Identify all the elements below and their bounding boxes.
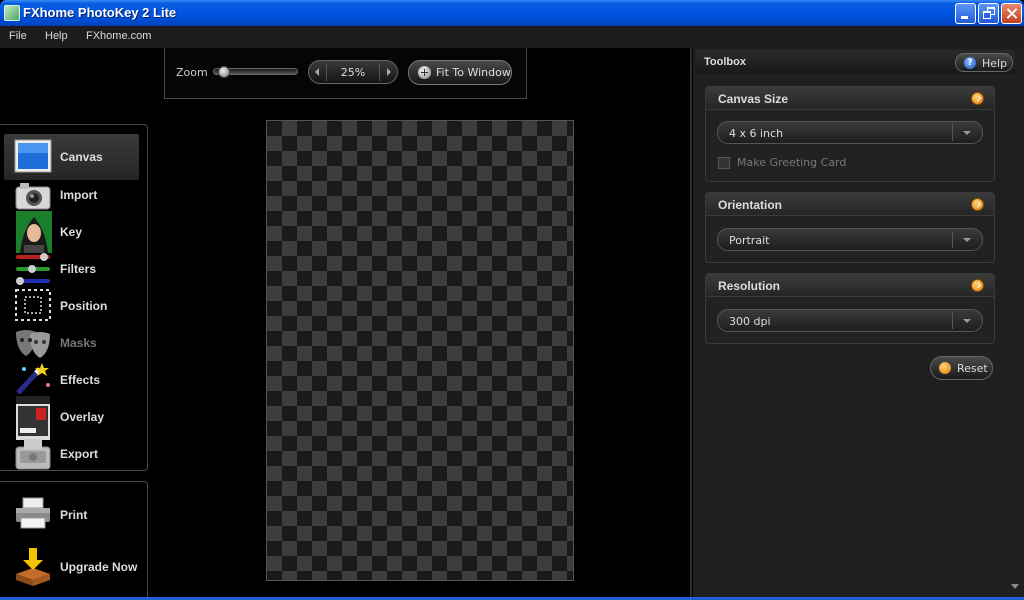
zoom-decrease-button[interactable]	[315, 68, 319, 76]
resolution-section: Resolution 300 dpi	[705, 273, 995, 344]
dropdown-divider	[952, 312, 953, 329]
toolbox-title: Toolbox	[704, 56, 746, 68]
help-label: Help	[982, 57, 1008, 70]
orientation-header[interactable]: Orientation	[706, 193, 994, 216]
zoom-stepper: 25%	[308, 60, 398, 84]
image-canvas[interactable]	[266, 120, 574, 581]
zoom-stepper-divider-right	[379, 63, 380, 81]
nav-label-masks: Masks	[60, 336, 97, 350]
upgrade-now-label: Upgrade Now	[60, 560, 138, 574]
nav-label-filters: Filters	[60, 262, 97, 276]
export-icon	[14, 437, 52, 471]
nav-label-export: Export	[60, 447, 99, 461]
nav-label-import: Import	[60, 188, 98, 202]
magic-wand-icon	[14, 361, 52, 395]
nav-label-position: Position	[60, 299, 108, 313]
chevron-down-icon	[963, 131, 971, 135]
sliders-icon	[14, 251, 52, 285]
canvas-size-header[interactable]: Canvas Size	[706, 87, 994, 110]
greeting-card-checkbox[interactable]	[718, 157, 730, 169]
canvas-icon	[14, 139, 52, 173]
restore-button[interactable]	[978, 3, 999, 24]
bottom-actions: Print Upgrade Now	[0, 481, 148, 600]
dropdown-divider	[952, 231, 953, 248]
help-button[interactable]: ? Help	[955, 53, 1013, 72]
reset-label: Reset	[957, 362, 988, 375]
menu-fxhome-link[interactable]: FXhome.com	[86, 30, 151, 42]
chevron-down-icon	[963, 238, 971, 242]
masks-icon	[14, 326, 52, 360]
app-icon[interactable]	[4, 5, 20, 21]
portrait-icon	[14, 211, 52, 253]
collapse-icon[interactable]	[971, 279, 984, 292]
camera-icon	[14, 179, 52, 213]
menu-file[interactable]: File	[9, 30, 27, 42]
nav-label-effects: Effects	[60, 373, 101, 387]
zoom-slider-thumb[interactable]	[218, 66, 230, 78]
minimize-icon	[961, 16, 968, 19]
fit-to-window-label: Fit To Window	[436, 66, 511, 79]
menu-bar: File Help FXhome.com	[0, 26, 1024, 48]
plus-circle-icon	[418, 66, 431, 79]
greeting-card-label: Make Greeting Card	[737, 156, 847, 169]
window-title: FXhome PhotoKey 2 Lite	[23, 5, 177, 20]
canvas-size-value: 4 x 6 inch	[729, 127, 784, 140]
nav-label-overlay: Overlay	[60, 410, 105, 424]
orientation-title: Orientation	[718, 198, 783, 212]
toolbox-panel: Toolbox ? Help Canvas Size 4 x 6 inch Ma…	[693, 48, 1024, 600]
minimize-button[interactable]	[955, 3, 976, 24]
scroll-down-icon[interactable]	[1011, 584, 1019, 589]
help-icon: ?	[964, 57, 976, 69]
orientation-dropdown[interactable]: Portrait	[717, 228, 983, 251]
reset-icon	[939, 362, 951, 374]
printer-icon	[14, 496, 52, 530]
resolution-title: Resolution	[718, 279, 780, 293]
title-bar: FXhome PhotoKey 2 Lite	[0, 0, 1024, 26]
collapse-icon[interactable]	[971, 198, 984, 211]
orientation-section: Orientation Portrait	[705, 192, 995, 263]
menu-help[interactable]: Help	[45, 30, 68, 42]
canvas-size-section: Canvas Size 4 x 6 inch Make Greeting Car…	[705, 86, 995, 182]
resolution-dropdown[interactable]: 300 dpi	[717, 309, 983, 332]
zoom-label: Zoom	[176, 66, 208, 79]
zoom-increase-button[interactable]	[387, 68, 391, 76]
nav-item-export[interactable]: Export	[4, 433, 139, 479]
workflow-nav: Canvas Import Key Filters Position Masks	[0, 124, 148, 471]
close-button[interactable]	[1001, 3, 1022, 24]
toolbox-header: Toolbox ? Help	[695, 50, 1015, 74]
collapse-icon[interactable]	[971, 92, 984, 105]
nav-label-key: Key	[60, 225, 83, 239]
canvas-size-dropdown[interactable]: 4 x 6 inch	[717, 121, 983, 144]
zoom-value: 25%	[340, 66, 366, 79]
nav-label-canvas: Canvas	[60, 150, 103, 164]
dropdown-divider	[952, 124, 953, 141]
position-icon	[14, 288, 52, 322]
fit-to-window-button[interactable]: Fit To Window	[408, 60, 512, 85]
print-label: Print	[60, 508, 88, 522]
zoom-toolbar: Zoom 25% Fit To Window	[164, 48, 527, 99]
canvas-size-title: Canvas Size	[718, 92, 789, 106]
print-button[interactable]: Print	[4, 492, 139, 538]
resolution-header[interactable]: Resolution	[706, 274, 994, 297]
orientation-value: Portrait	[729, 234, 770, 247]
zoom-slider[interactable]	[213, 66, 298, 78]
upgrade-now-button[interactable]: Upgrade Now	[4, 544, 139, 590]
restore-icon-front	[983, 11, 991, 19]
reset-button[interactable]: Reset	[930, 356, 993, 380]
chevron-down-icon	[963, 319, 971, 323]
panel-splitter[interactable]	[690, 48, 692, 600]
upgrade-box-icon	[14, 546, 52, 586]
resolution-value: 300 dpi	[729, 315, 771, 328]
